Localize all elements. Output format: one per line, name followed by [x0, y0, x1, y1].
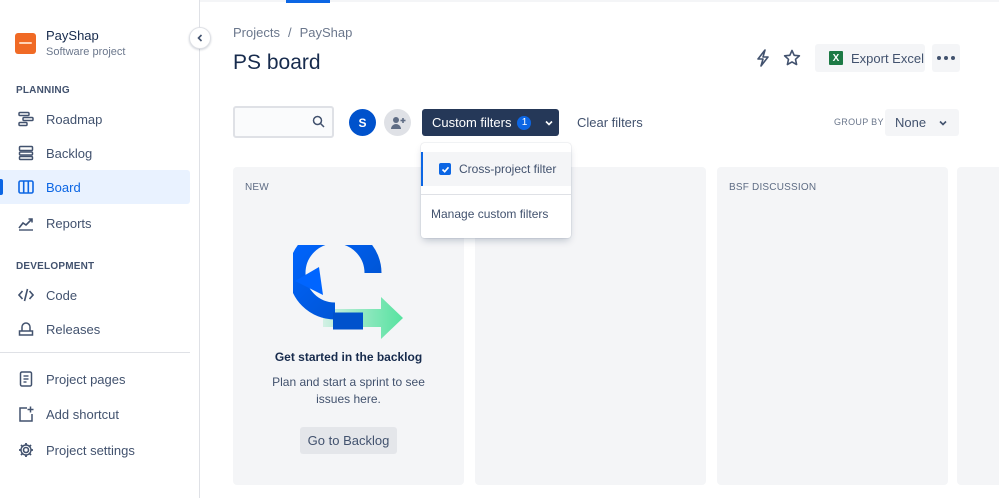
code-icon	[16, 285, 36, 305]
more-dot-icon	[951, 56, 955, 60]
chevron-down-icon	[544, 118, 554, 128]
add-people-button[interactable]	[384, 109, 411, 136]
sidebar-item-project-pages[interactable]: Project pages	[0, 362, 190, 396]
empty-state-text: Plan and start a sprint to see issues he…	[272, 375, 425, 406]
export-excel-label: Export Excel	[851, 50, 924, 66]
sidebar-item-releases[interactable]: Releases	[0, 312, 190, 346]
checkbox-checked-icon[interactable]	[439, 163, 451, 175]
breadcrumb-project[interactable]: PayShap	[300, 25, 353, 40]
backlog-illustration-icon	[293, 245, 403, 339]
manage-custom-filters-link[interactable]: Manage custom filters	[431, 207, 548, 221]
reports-icon	[16, 213, 36, 233]
more-dot-icon	[944, 56, 948, 60]
custom-filters-label: Custom filters	[432, 115, 512, 130]
sidebar-item-label: Add shortcut	[46, 406, 119, 422]
empty-state-title: Get started in the backlog	[274, 350, 423, 364]
backlog-icon	[16, 143, 36, 163]
breadcrumb-separator: /	[287, 25, 292, 40]
sidebar-item-add-shortcut[interactable]: Add shortcut	[0, 397, 190, 431]
custom-filters-count-badge: 1	[517, 115, 532, 130]
more-actions-button[interactable]	[932, 44, 960, 72]
sidebar-item-board[interactable]: Board	[0, 170, 190, 204]
collapse-sidebar-button[interactable]	[189, 27, 211, 49]
sidebar-item-label: Project pages	[46, 371, 126, 387]
more-dot-icon	[937, 56, 941, 60]
column-title: NEW	[245, 182, 269, 193]
board-column-partial	[957, 167, 999, 485]
sidebar-item-backlog[interactable]: Backlog	[0, 136, 190, 170]
dropdown-divider	[421, 194, 571, 195]
search-icon	[312, 115, 325, 128]
add-person-icon	[390, 116, 405, 129]
chevron-down-icon	[938, 118, 948, 128]
sidebar-item-label: Roadmap	[46, 111, 103, 127]
sidebar-item-code[interactable]: Code	[0, 278, 190, 312]
project-logo-icon	[15, 33, 36, 54]
project-type: Software project	[46, 46, 126, 58]
sidebar-item-label: Project settings	[46, 442, 135, 458]
sidebar-item-label: Code	[46, 287, 78, 303]
lightning-icon	[757, 49, 769, 67]
roadmap-icon	[16, 109, 36, 129]
sidebar-item-project-settings[interactable]: Project settings	[0, 433, 190, 467]
sidebar-item-label: Board	[46, 179, 81, 195]
sidebar: PayShap Software project PLANNING Roadma…	[0, 0, 200, 498]
excel-icon: X	[829, 51, 843, 65]
sidebar-item-label: Releases	[46, 321, 101, 337]
group-by-label: GROUP BY	[834, 117, 884, 127]
star-icon	[783, 49, 801, 66]
custom-filters-dropdown: Cross-project filter Manage custom filte…	[421, 143, 571, 238]
chevron-left-icon	[197, 34, 203, 42]
sidebar-item-label: Reports	[46, 215, 92, 231]
settings-icon	[16, 440, 36, 460]
sidebar-item-roadmap[interactable]: Roadmap	[0, 102, 190, 136]
clear-filters-button[interactable]: Clear filters	[577, 115, 643, 130]
column-title: BSF DISCUSSION	[729, 182, 817, 193]
group-by-select[interactable]: None	[885, 109, 959, 136]
custom-filters-button[interactable]: Custom filters 1	[422, 109, 559, 136]
project-header[interactable]: PayShap Software project	[15, 28, 125, 59]
sidebar-item-label: Backlog	[46, 145, 93, 161]
cross-project-filter-label: Cross-project filter	[459, 162, 557, 176]
search-input[interactable]	[235, 108, 305, 136]
group-by-value: None	[895, 115, 927, 130]
breadcrumb: Projects / PayShap	[233, 25, 352, 40]
development-section-label: DEVELOPMENT	[16, 261, 95, 272]
export-excel-button[interactable]: X Export Excel	[815, 44, 925, 72]
user-avatar[interactable]: S	[349, 109, 376, 136]
planning-section-label: PLANNING	[16, 85, 70, 96]
sidebar-divider	[0, 352, 190, 353]
add-shortcut-icon	[16, 404, 36, 424]
sidebar-item-reports[interactable]: Reports	[0, 206, 190, 240]
go-to-backlog-button[interactable]: Go to Backlog	[300, 427, 397, 454]
cross-project-filter-option[interactable]: Cross-project filter	[421, 152, 571, 186]
pages-icon	[16, 369, 36, 389]
breadcrumb-projects[interactable]: Projects	[233, 25, 280, 40]
board-column-bsf-discussion: BSF DISCUSSION	[717, 167, 948, 485]
search-field[interactable]	[233, 106, 334, 138]
automation-button[interactable]	[749, 44, 777, 72]
top-nav-accent	[286, 0, 330, 3]
project-name: PayShap	[46, 28, 99, 43]
releases-icon	[16, 319, 36, 339]
star-button[interactable]	[778, 44, 806, 72]
board-icon	[16, 177, 36, 197]
page-title: PS board	[233, 51, 321, 74]
